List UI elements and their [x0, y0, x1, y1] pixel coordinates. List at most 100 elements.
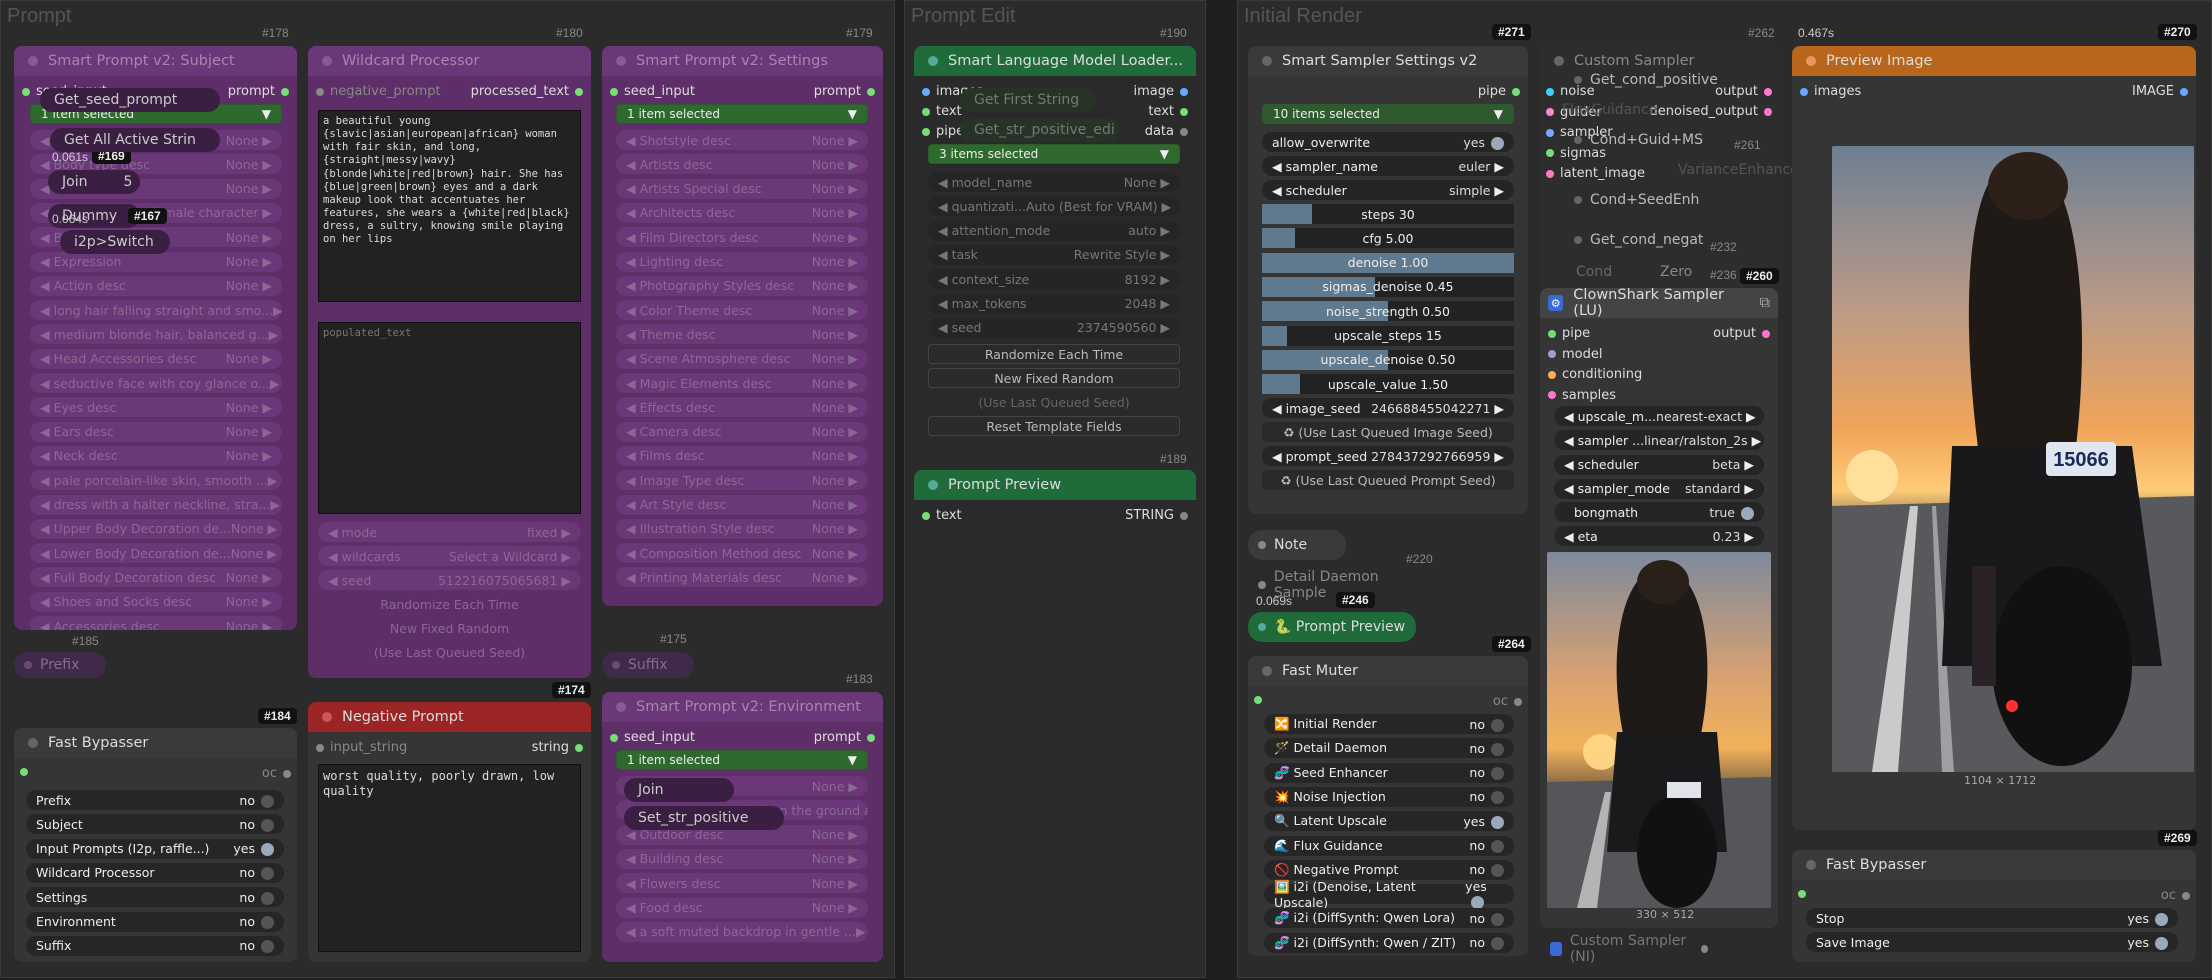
node-fast-bypasser[interactable]: Fast Bypasser oc Prefix no Subject no Input … [14, 728, 297, 962]
combo-widget[interactable]: ◀ Shoes and Socks desc None ▶ [30, 591, 282, 612]
negative-text-input[interactable]: worst quality, poorly drawn, low quality [318, 764, 581, 952]
node-header[interactable]: Smart Sampler Settings v2 [1248, 46, 1528, 76]
node-header[interactable]: Wildcard Processor [308, 46, 591, 76]
cond-guid-ms-node[interactable]: Cond+Guid+MS [1574, 132, 1703, 148]
get-cond-positive-node[interactable]: Get_cond_positive [1574, 72, 1718, 88]
toggle-row[interactable]: 🖼️ i2i (Denoise, Latent Upscale) yes [1264, 879, 1514, 910]
combo-widget[interactable]: ◀ Color Theme desc None ▶ [616, 300, 868, 321]
output-processed-text[interactable]: processed_text [471, 84, 583, 99]
prefix-node[interactable]: Prefix [14, 652, 106, 678]
i2p-switch-node[interactable]: i2p>Switch [60, 230, 170, 254]
combo-widget[interactable]: ◀ Lighting desc None ▶ [616, 251, 868, 272]
output-oc[interactable]: oc [2161, 888, 2190, 903]
combo-widget[interactable]: ◀ Scene Atmosphere desc None ▶ [616, 348, 868, 369]
output-text[interactable]: text [1148, 104, 1188, 119]
new-fixed-random-button[interactable]: New Fixed Random [318, 618, 581, 638]
node-header[interactable]: Smart Prompt v2: Subject [14, 46, 297, 76]
get-cond-negative-node[interactable]: Get_cond_negat [1574, 232, 1703, 248]
cond-node[interactable]: Cond [1576, 264, 1612, 280]
input-oc[interactable] [1798, 890, 1806, 898]
toggle-row[interactable]: Input Prompts (I2p, raffle...) yes [26, 838, 284, 859]
cond-seed-enh-node[interactable]: Cond+SeedEnh [1574, 192, 1699, 208]
set-str-positive-node[interactable]: Set_str_positive [624, 806, 784, 830]
combo-widget[interactable]: ◀ Printing Materials desc None ▶ [616, 567, 868, 588]
combo-widget[interactable]: ◀ upscale_m... nearest-exact ▶ [1554, 406, 1764, 426]
combo-widget[interactable]: ◀ max_tokens 2048 ▶ [928, 293, 1180, 314]
node-fast-bypasser-2[interactable]: Fast Bypasser oc Stop yes Save Image yes [1792, 850, 2196, 962]
allow-overwrite-toggle[interactable]: allow_overwrite yes [1262, 132, 1514, 152]
node-header[interactable]: Smart Language Model Loader... [914, 46, 1196, 76]
combo-widget[interactable]: ◀ context_size 8192 ▶ [928, 269, 1180, 290]
combo-widget[interactable]: ◀ Full Body Decoration desc None ▶ [30, 567, 282, 588]
combo-widget[interactable]: ◀ mode fixed ▶ [318, 522, 581, 542]
toggle-row[interactable]: Settings no [26, 887, 284, 908]
combo-widget[interactable]: ◀ Building desc None ▶ [616, 848, 868, 869]
get-str-positive-edit-node[interactable]: Get_str_positive_edi [960, 118, 1120, 142]
note-node[interactable]: Note [1248, 530, 1346, 560]
input-pipe[interactable]: pipe [1548, 326, 1590, 341]
toggle-row[interactable]: Prefix no [26, 790, 284, 810]
combo-widget[interactable]: ◀ Architects desc None ▶ [616, 202, 868, 223]
input-negative-prompt[interactable]: negative_prompt [316, 84, 441, 99]
slider-noise_strength[interactable]: noise_strength 0.50 [1262, 301, 1514, 322]
combo-widget[interactable]: ◀ dress with a halter neckline, stra... … [30, 494, 282, 515]
use-last-prompt-seed-button[interactable]: ♻ (Use Last Queued Prompt Seed) [1262, 470, 1514, 490]
randomize-button[interactable]: Randomize Each Time [318, 594, 581, 614]
node-header[interactable]: Negative Prompt [308, 702, 591, 732]
combo-widget[interactable]: ◀ Effects desc None ▶ [616, 397, 868, 418]
toggle-row[interactable]: Wildcard Processor no [26, 862, 284, 883]
wildcard-text-input[interactable]: a beautiful young {slavic|asian|european… [318, 110, 581, 302]
toggle-row[interactable]: 🌊 Flux Guidance no [1264, 835, 1514, 856]
combo-widget[interactable]: ◀ Flowers desc None ▶ [616, 873, 868, 894]
item-select[interactable]: 10 items selected ▼ [1262, 104, 1514, 124]
node-wildcard-processor[interactable]: Wildcard Processor negative_prompt proce… [308, 46, 591, 678]
output-string[interactable]: string [532, 740, 583, 755]
combo-widget[interactable]: ◀ Artists Special desc None ▶ [616, 178, 868, 199]
node-prompt-preview[interactable]: Prompt Preview text STRING [914, 470, 1196, 964]
input-latent_image[interactable]: latent_image [1546, 166, 1645, 181]
output-string[interactable]: STRING [1125, 508, 1188, 523]
toggle-row[interactable]: Stop yes [1806, 908, 2178, 928]
input-conditioning[interactable]: conditioning [1548, 367, 1642, 382]
slider-steps[interactable]: steps 30 [1262, 204, 1514, 224]
combo-widget[interactable]: ◀ sampler ... linear/ralston_2s ▶ [1554, 430, 1764, 451]
node-header[interactable]: Fast Bypasser [14, 728, 297, 758]
output-data[interactable]: data [1145, 124, 1188, 139]
combo-widget[interactable]: ◀ Expression None ▶ [30, 251, 282, 272]
output-denoised_output[interactable]: denoised_output [1650, 104, 1772, 119]
get-all-active-strings-node[interactable]: Get All Active Strin [50, 128, 220, 152]
node-preview-image[interactable]: Preview Image images IMAGE 15066 1104 × … [1792, 46, 2196, 830]
combo-widget[interactable]: ◀ Theme desc None ▶ [616, 324, 868, 345]
toggle-row[interactable]: 🔍 Latent Upscale yes [1264, 811, 1514, 832]
combo-widget[interactable]: ◀ quantizati... Auto (Best for VRAM) ▶ [928, 196, 1180, 217]
combo-widget[interactable]: ◀ a soft muted backdrop in gentle ... ▶ [616, 921, 868, 942]
combo-widget[interactable]: ◀ Camera desc None ▶ [616, 421, 868, 442]
combo-widget[interactable]: ◀ wildcards Select a Wildcard ▶ [318, 546, 581, 566]
node-smart-sampler-settings[interactable]: Smart Sampler Settings v2 pipe 10 items … [1248, 46, 1528, 514]
output-prompt[interactable]: prompt [814, 84, 875, 99]
combo-widget[interactable]: ◀ Film Directors desc None ▶ [616, 227, 868, 248]
node-fast-muter[interactable]: Fast Muter oc 🔀 Initial Render no 🪄 Detail… [1248, 656, 1528, 956]
input-model[interactable]: model [1548, 347, 1602, 362]
node-smart-prompt-settings[interactable]: Smart Prompt v2: Settings seed_input pro… [602, 46, 883, 606]
join-node[interactable]: Join [624, 778, 734, 802]
node-header[interactable]: Smart Prompt v2: Settings [602, 46, 883, 76]
slider-upscale_value[interactable]: upscale_value 1.50 [1262, 374, 1514, 395]
output-oc[interactable]: oc [262, 766, 291, 781]
sampler-name-select[interactable]: ◀ sampler_name euler ▶ [1262, 156, 1514, 176]
image-seed-stepper[interactable]: ◀ image_seed 246688455042271 ▶ [1262, 398, 1514, 418]
toggle-row[interactable]: 🚫 Negative Prompt no [1264, 859, 1514, 880]
node-negative-prompt[interactable]: Negative Prompt input_string string wors… [308, 702, 591, 962]
combo-widget[interactable]: ◀ attention_mode auto ▶ [928, 220, 1180, 241]
use-last-image-seed-button[interactable]: ♻ (Use Last Queued Image Seed) [1262, 422, 1514, 442]
toggle-row[interactable]: Save Image yes [1806, 932, 2178, 953]
use-last-seed-button[interactable]: (Use Last Queued Seed) [928, 392, 1180, 412]
combo-widget[interactable]: ◀ Art Style desc None ▶ [616, 494, 868, 515]
slider-sigmas_denoise[interactable]: sigmas_denoise 0.45 [1262, 276, 1514, 297]
output-output[interactable]: output [1713, 326, 1770, 341]
item-select[interactable]: 1 item selected ▼ [616, 750, 868, 770]
randomize-button[interactable]: Randomize Each Time [928, 344, 1180, 364]
output-output[interactable]: output [1715, 84, 1772, 99]
flux-guidance-node[interactable]: FluxGuidance [1562, 102, 1657, 118]
slider-denoise[interactable]: denoise 1.00 [1262, 252, 1514, 273]
